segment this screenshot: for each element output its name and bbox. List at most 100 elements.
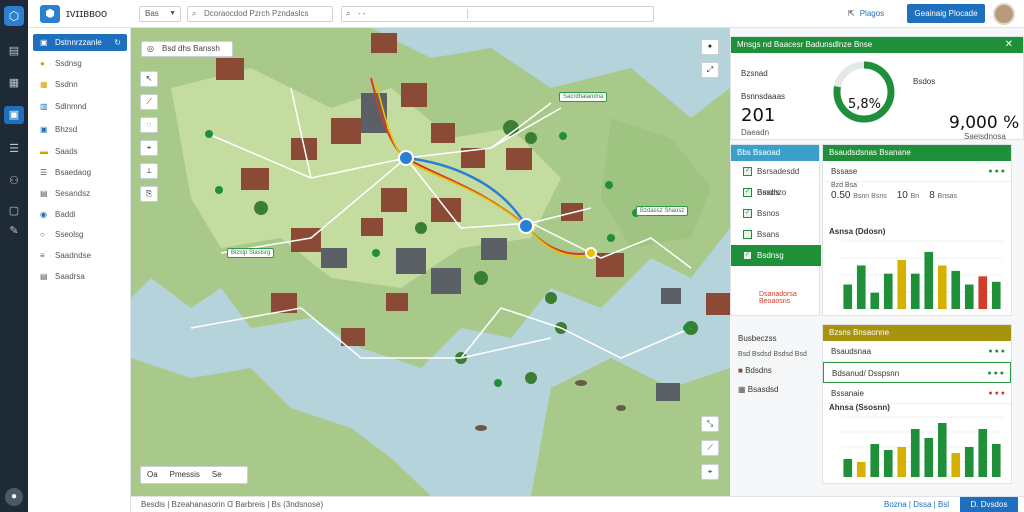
warning-text: Dsanadorsa Beoaosns: [759, 291, 797, 305]
list-icon[interactable]: ☰: [4, 140, 24, 158]
pen-icon[interactable]: ✎: [4, 222, 24, 240]
chart1-title: Asnsa (Ddosn): [829, 227, 886, 236]
fullscreen-icon[interactable]: ⤡: [701, 416, 719, 432]
nav-item-10[interactable]: ≡ Saadndse: [33, 247, 127, 264]
legend-item-1[interactable]: Pmessis: [164, 467, 206, 483]
dashboard-icon[interactable]: ▤: [4, 42, 24, 60]
map-legend[interactable]: Oa Pmessis Se: [140, 466, 248, 484]
list-item[interactable]: ✓ Bsnos: [731, 203, 821, 224]
map-label-0[interactable]: Sacrdhalandna: [559, 92, 608, 102]
list-icon: ☰: [40, 168, 48, 177]
box-icon: ▣: [40, 125, 48, 134]
avatar[interactable]: [993, 3, 1015, 25]
search-input[interactable]: ⌕ Dcoraocdod Pzrch Pzndaslcs: [187, 6, 333, 22]
ruler-icon[interactable]: ⟋: [701, 440, 719, 456]
subsection-item[interactable]: ■ Bdsdns: [738, 366, 818, 375]
status-left: Besdis | Bzeahanasorin Ɑ Barbreis | Bs (…: [141, 500, 324, 509]
bar: [951, 270, 961, 309]
status-dots: ● ● ●: [987, 370, 1004, 377]
list-item[interactable]: ✓ Bsrsadesdd Bmdnzo: [731, 161, 821, 197]
folder-icon: ▬: [40, 147, 48, 156]
table-row[interactable]: Bsaudsnaa ● ● ●: [823, 341, 1011, 362]
sliders-icon: ≡: [40, 251, 45, 260]
nav-sidebar: ▣ Dstnnrzzanle ↻ ● Ssdnsg ▦ Ssdnn ▥ Sdlnmnd ▣…: [28, 28, 131, 512]
global-search-input[interactable]: ⌕ - -: [341, 6, 654, 22]
list-item[interactable]: ✓ Bsads: [731, 182, 821, 203]
map-icon[interactable]: ▣: [4, 106, 24, 124]
legend-item-0[interactable]: Oa: [141, 467, 164, 483]
nav-item-6[interactable]: ☰ Bsaedaog: [33, 164, 127, 181]
kpi2-value: 9,000 %: [949, 113, 1020, 133]
nav-item-8[interactable]: ◉ Baddi: [33, 206, 127, 223]
map-canvas[interactable]: ◎ Bsd dhs Banssh ↖ ⟋ ◌ ⌖ ⟂ ⎘ ✦ ⤢ ⤡ ⟋ ⌖ O…: [131, 28, 730, 496]
status-links[interactable]: Bozna | Dssa | Bsl: [884, 497, 949, 512]
list-item[interactable]: Bsans: [731, 224, 821, 245]
chart-icon: ▥: [40, 102, 48, 111]
list-item-selected[interactable]: ✓ Bsdnsg: [731, 245, 821, 266]
nav-item-7[interactable]: ▤ Sesandsz: [33, 185, 127, 202]
bar: [964, 447, 974, 477]
nav-item-9[interactable]: ○ Sseolsg: [33, 226, 127, 243]
brand-name: ɪvɪɪʙʙᴏᴏ: [66, 8, 108, 20]
app-logo-icon[interactable]: ⬡: [4, 6, 24, 26]
users-icon[interactable]: ⚇: [4, 172, 24, 190]
bar: [910, 429, 920, 477]
map-label-1[interactable]: Bzdassz Shaosz: [636, 206, 689, 216]
pin-tool-icon[interactable]: ⌖: [140, 140, 158, 156]
lasso-tool-icon[interactable]: ◌: [140, 117, 158, 133]
layers-icon[interactable]: ▦: [4, 74, 24, 92]
nav-item-4[interactable]: ▣ Bhzsd: [33, 121, 127, 138]
nav-item-11[interactable]: ▤ Saadrsa: [33, 268, 127, 285]
primary-action-button[interactable]: Geainaig Plocade: [907, 4, 985, 23]
metrics-row[interactable]: Bssase ● ● ●: [823, 161, 1011, 182]
table-row[interactable]: Bssanaie ● ● ●: [823, 383, 1011, 404]
table-row-selected[interactable]: Bdsanud/ Dsspsnn ● ● ●: [823, 362, 1011, 383]
map-label-2[interactable]: Blzstp Slaslsrg: [227, 248, 275, 258]
analytics-panel: Mnsgs nd Baacesr Badunsdlnze Bnse ✕ Bzsn…: [730, 28, 1024, 496]
map-tools-left: ↖ ⟋ ◌ ⌖ ⟂ ⎘: [140, 71, 158, 209]
nav-item-0[interactable]: ▣ Dstnnrzzanle ↻: [33, 34, 127, 51]
status-dots: ● ● ●: [988, 168, 1005, 175]
source-list-card: Bbs Bsaoad ✓ Bsrsadesdd Bmdnzo ✓ Bsads ✓ Bs…: [730, 144, 821, 316]
user-icon[interactable]: ●: [5, 488, 23, 506]
map-filter-chip[interactable]: ◎ Bsd dhs Banssh: [141, 41, 233, 57]
map-icon: ▣: [40, 38, 48, 47]
bar: [883, 273, 893, 309]
share-link[interactable]: ⇱ Plagos: [848, 6, 884, 22]
bar: [910, 273, 920, 309]
status-button[interactable]: D. Dvsdos: [960, 497, 1018, 512]
gauge-value: 5,8%: [848, 97, 882, 112]
compass-icon[interactable]: ✦: [701, 39, 719, 55]
workspace-select[interactable]: Bas ▼: [139, 6, 181, 22]
nav-item-5[interactable]: ▬ Saads: [33, 143, 127, 160]
bar: [924, 251, 934, 309]
brand[interactable]: ⬢ ɪvɪɪʙʙᴏᴏ: [40, 4, 107, 24]
source-list-header: Bbs Bsaoad: [731, 145, 819, 161]
grid-icon: ▦: [738, 385, 746, 394]
top-bar: ⬢ ɪvɪɪʙʙᴏᴏ Bas ▼ ⌕ Dcoraocdod Pzrch Pznd…: [28, 0, 1024, 28]
subsection-item[interactable]: ▦ Bsasdsd: [738, 385, 818, 394]
nav-item-2[interactable]: ▦ Ssdnn: [33, 76, 127, 93]
draw-tool-icon[interactable]: ⟋: [140, 94, 158, 110]
kpi2-sub: Saeisdnosa: [964, 132, 1006, 141]
nav-item-1[interactable]: ● Ssdnsg: [33, 55, 127, 72]
share-icon: ⇱: [848, 9, 855, 18]
measure-tool-icon[interactable]: ⟂: [140, 163, 158, 179]
locate-icon[interactable]: ⌖: [701, 464, 719, 480]
box-icon[interactable]: ▢: [4, 202, 24, 220]
bar: [964, 284, 974, 309]
globe-icon: ◉: [40, 210, 47, 219]
doc-icon: ▤: [40, 189, 48, 198]
refresh-icon: ↻: [114, 38, 121, 47]
bar: [897, 260, 907, 309]
metric-value: 8: [929, 190, 935, 201]
nav-item-3[interactable]: ▥ Sdlnmnd: [33, 98, 127, 115]
bar: [883, 450, 893, 477]
circle-icon: ●: [40, 59, 45, 68]
bar: [870, 444, 880, 477]
legend-item-2[interactable]: Se: [206, 467, 228, 483]
close-icon[interactable]: ✕: [1005, 37, 1013, 53]
expand-icon[interactable]: ⤢: [701, 62, 719, 78]
pointer-tool-icon[interactable]: ↖: [140, 71, 158, 87]
export-tool-icon[interactable]: ⎘: [140, 186, 158, 202]
